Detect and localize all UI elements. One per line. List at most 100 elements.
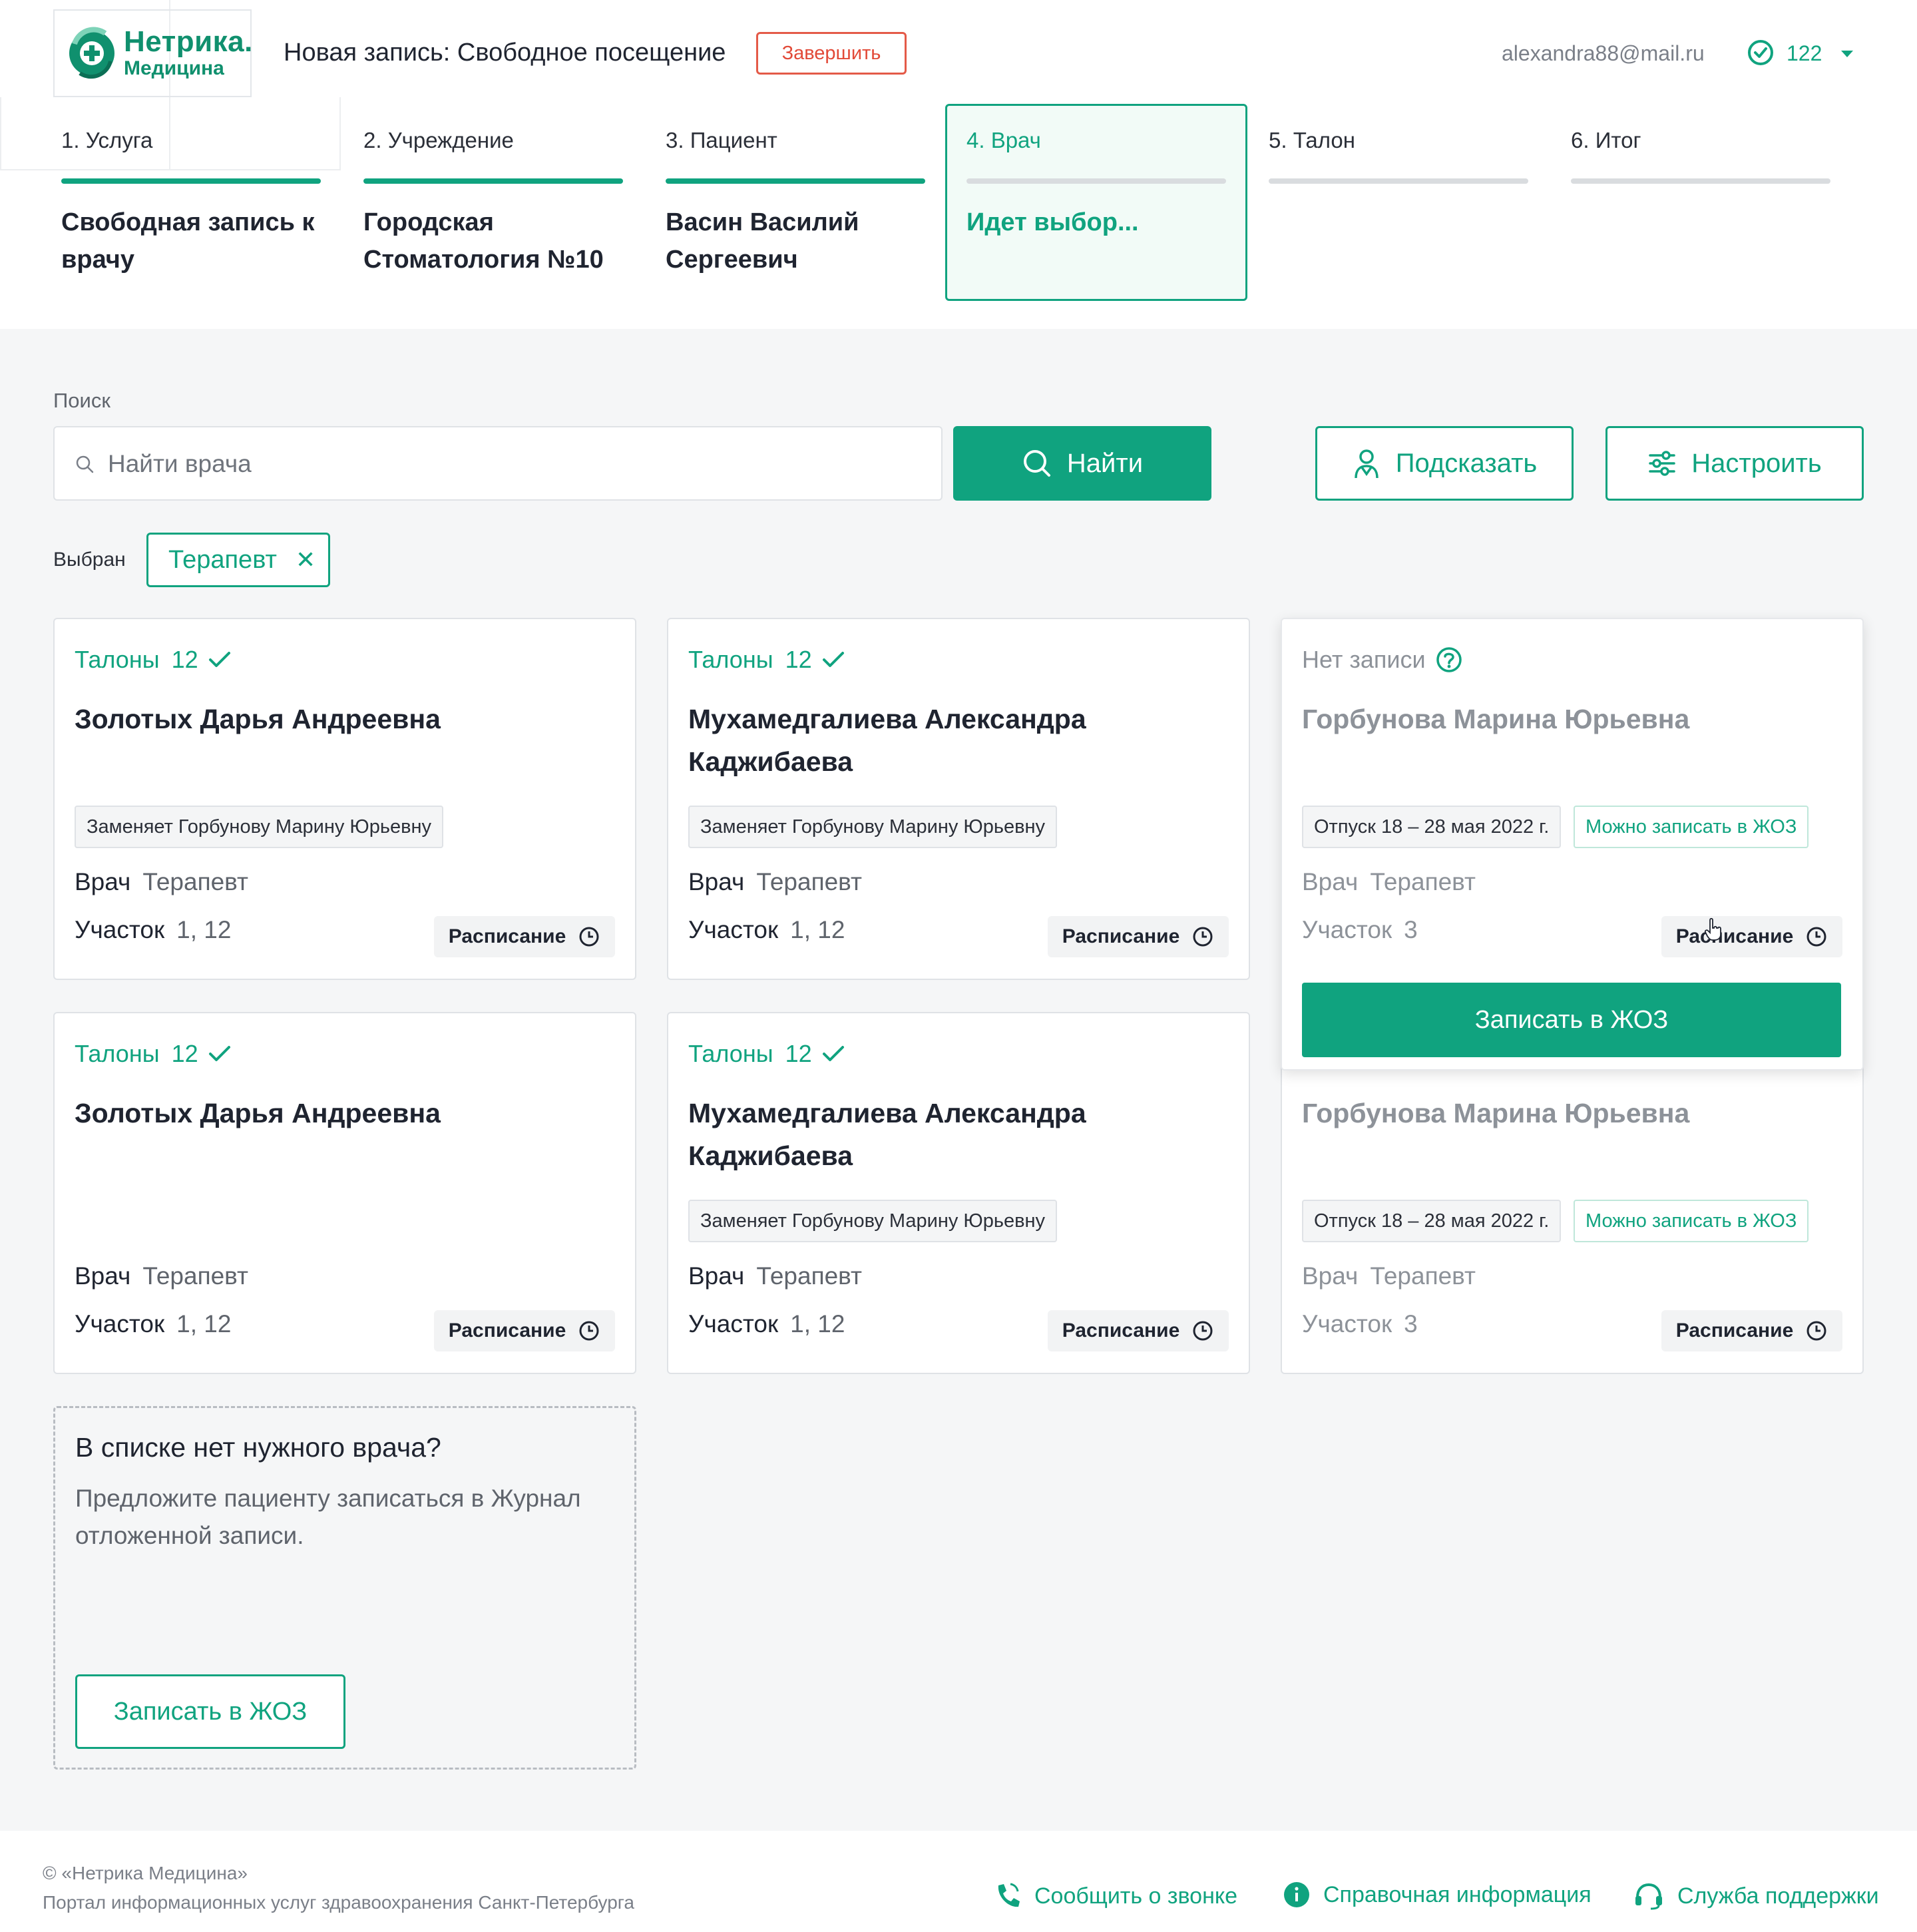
clock-icon (1807, 927, 1826, 947)
schedule-label: Расписание (448, 925, 566, 947)
logo-subtext: Медицина (124, 57, 224, 79)
doctor-role: Врач Терапевт (1302, 868, 1476, 896)
phone-icon (998, 1883, 1020, 1907)
doctor-role: Врач Терапевт (75, 868, 248, 896)
doctor-area: Участок 1, 12 (688, 916, 845, 944)
doctor-name: Золотых Дарья Андреевна (75, 704, 441, 734)
schedule-button[interactable]: Расписание (1048, 1310, 1229, 1351)
sliders-icon (1649, 451, 1676, 476)
search-input[interactable] (108, 446, 907, 482)
step-value: Свободная запись к врачу (61, 208, 315, 274)
area-value: 3 (1404, 1310, 1418, 1337)
reference-info-link[interactable]: Справочная информация (1283, 1881, 1592, 1908)
area-value: 1, 12 (790, 916, 845, 943)
page-title: Новая запись: Свободное посещение (284, 39, 726, 67)
doctor-name: Мухамедгалиева Александра Каджибаева (688, 1098, 1086, 1171)
search-field[interactable] (53, 426, 943, 501)
portal-name: Портал информационных услуг здравоохране… (43, 1892, 634, 1913)
schedule-button[interactable]: Расписание (434, 1310, 615, 1351)
clock-icon (1193, 1321, 1213, 1341)
support-link[interactable]: Служба поддержки (1633, 1881, 1879, 1911)
doctor-card[interactable]: Талоны 12 Мухамедгалиева Александра Кадж… (667, 618, 1250, 980)
area-label: Участок (688, 1310, 779, 1337)
report-call-link[interactable]: Сообщить о звонке (994, 1881, 1237, 1911)
step-value: Идет выбор... (966, 208, 1139, 236)
zoz-available-tag: Можно записать в ЖОЗ (1574, 806, 1809, 848)
reference-info-label: Справочная информация (1323, 1881, 1592, 1907)
doctor-role: Врач Терапевт (1302, 1262, 1476, 1290)
step-patient[interactable]: 3. Пациент Васин Василий Сергеевич (658, 104, 960, 301)
doctor-card[interactable]: Талоны 12 Золотых Дарья Андреевна Врач Те… (53, 1012, 636, 1374)
clock-icon (579, 927, 599, 947)
substitute-tag: Заменяет Горбунову Марину Юрьевну (688, 806, 1057, 848)
role-label: Врач (688, 1262, 745, 1290)
suggest-button[interactable]: Подсказать (1315, 426, 1574, 501)
logo[interactable]: Нетрика. Медицина (53, 9, 252, 97)
doctor-card[interactable]: Талоны 12 Мухамедгалиева Александра Кадж… (667, 1012, 1250, 1374)
no-doctor-title: В списке нет нужного врача? (75, 1432, 441, 1463)
schedule-label: Расписание (1062, 1320, 1180, 1341)
add-to-zoz-button[interactable]: Записать в ЖОЗ (1302, 983, 1841, 1057)
header: Нетрика. Медицина Новая запись: Свободно… (0, 0, 1917, 329)
add-to-zoz-button[interactable]: Записать в ЖОЗ (75, 1674, 345, 1749)
configure-button[interactable]: Настроить (1605, 426, 1864, 501)
substitute-tag: Заменяет Горбунову Марину Юрьевну (688, 1200, 1057, 1242)
role-label: Врач (1302, 1262, 1359, 1290)
status-label: Нет записи (1302, 646, 1426, 673)
user-email[interactable]: alexandra88@mail.ru (1502, 41, 1705, 66)
doctor-role: Врач Терапевт (688, 1262, 862, 1290)
clock-icon (579, 1321, 599, 1341)
search-icon (76, 455, 94, 473)
step-label: 5. Талон (1269, 128, 1355, 152)
doctor-area: Участок 1, 12 (75, 916, 231, 944)
step-doctor[interactable]: 4. Врач Идет выбор... (945, 104, 1247, 301)
doctor-name: Мухамедгалиева Александра Каджибаева (688, 704, 1086, 777)
doctor-name: Золотых Дарья Андреевна (75, 1098, 441, 1128)
role-value: Терапевт (142, 868, 248, 895)
step-progress (966, 178, 1226, 184)
doctor-card[interactable]: Талоны 12 Золотых Дарья Андреевна Заменя… (53, 618, 636, 980)
step-value: Городская Стоматология №10 (363, 208, 604, 274)
schedule-button[interactable]: Расписание (1661, 1310, 1842, 1351)
finish-button[interactable]: Завершить (756, 32, 907, 75)
vacation-tag: Отпуск 18 – 28 мая 2022 г. (1302, 1200, 1562, 1242)
no-booking-status: Нет записи (1302, 646, 1463, 674)
close-icon[interactable]: ✕ (296, 546, 316, 574)
step-institution[interactable]: 2. Учреждение Городская Стоматология №10 (355, 104, 658, 301)
doctor-role: Врач Терапевт (688, 868, 862, 896)
doctor-card[interactable]: Нет записи Горбунова Марина Юрьевна Отпу… (1281, 618, 1864, 1071)
step-result: 6. Итог (1563, 104, 1865, 301)
area-value: 1, 12 (790, 1310, 845, 1337)
schedule-button[interactable]: Расписание (434, 916, 615, 957)
clock-icon (1807, 1321, 1826, 1341)
footer: © «Нетрика Медицина» Портал информационн… (0, 1831, 1917, 1932)
doctor-area: Участок 1, 12 (75, 1310, 231, 1338)
role-value: Терапевт (1370, 868, 1476, 895)
guide-line (0, 97, 1, 170)
question-icon[interactable] (1435, 646, 1463, 674)
logo-text: Нетрика. (124, 25, 253, 58)
schedule-label: Расписание (448, 1320, 566, 1341)
tickets-count: 12 (171, 646, 198, 673)
area-label: Участок (688, 916, 779, 943)
no-doctor-card: В списке нет нужного врача? Предложите п… (53, 1406, 636, 1770)
search-icon (1023, 450, 1050, 477)
role-value: Терапевт (142, 1262, 248, 1290)
filter-chip[interactable]: Терапевт ✕ (146, 533, 330, 587)
filter-chip-label: Терапевт (168, 545, 277, 574)
step-service[interactable]: 1. Услуга Свободная запись к врачу (53, 104, 355, 301)
chevron-down-icon[interactable] (1841, 51, 1853, 57)
role-label: Врач (75, 868, 131, 895)
doctor-name: Горбунова Марина Юрьевна (1302, 1098, 1690, 1128)
find-button[interactable]: Найти (953, 426, 1211, 501)
clock-icon (1193, 927, 1213, 947)
area-label: Участок (1302, 1310, 1392, 1337)
schedule-button[interactable]: Расписание (1048, 916, 1229, 957)
area-value: 3 (1404, 916, 1418, 943)
area-value: 1, 12 (176, 916, 232, 943)
schedule-button[interactable]: Расписание (1661, 916, 1842, 957)
find-button-label: Найти (1066, 448, 1144, 478)
area-label: Участок (75, 1310, 165, 1337)
tickets-label: Талоны (75, 1040, 160, 1067)
info-icon (1284, 1882, 1309, 1907)
